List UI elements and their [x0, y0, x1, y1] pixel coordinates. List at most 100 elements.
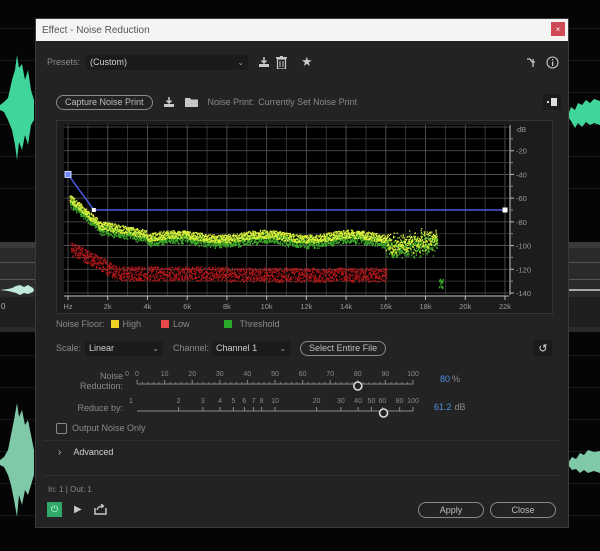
reduce-by-tick-label: 80	[396, 398, 404, 405]
x-tick-label: 12k	[300, 302, 312, 311]
curve-handle-start	[64, 170, 72, 178]
reduce-by-tick-label: 6	[242, 398, 246, 405]
play-icon[interactable]: ▶	[74, 504, 82, 515]
noise-reduction-tick-label: 50	[271, 371, 279, 378]
legend-label-high: High	[122, 319, 142, 329]
x-tick-label: 16k	[380, 302, 392, 311]
noise-reduction-tick-label: 30	[216, 371, 224, 378]
x-tick-label: 18k	[419, 302, 431, 311]
noise-reduction-tick-label: 100	[407, 371, 419, 378]
noise-reduction-thumb[interactable]	[353, 381, 363, 391]
advanced-toggle[interactable]: › Advanced	[58, 445, 113, 459]
reduce-by-label: Reduce by:	[77, 403, 123, 413]
apply-button[interactable]: Apply	[418, 502, 484, 518]
trash-icon[interactable]	[276, 55, 288, 69]
panel-menu-button[interactable]	[543, 94, 561, 110]
reduce-by-tick-label: 8	[260, 398, 264, 405]
x-tick-label: 8k	[223, 302, 231, 311]
x-tick-label: 20k	[459, 302, 471, 311]
noise-reduction-slider[interactable]: 0 10 20 30 40 50 60 70 80 90 100	[132, 367, 432, 395]
select-entire-file-button[interactable]: Select Entire File	[300, 340, 387, 356]
presets-row: Presets: (Custom) ⌄ ★	[47, 53, 559, 71]
capture-noise-print-button[interactable]: Capture Noise Print	[56, 94, 153, 110]
noise-reduction-value[interactable]: 80	[440, 374, 450, 384]
power-icon: ⏻	[50, 503, 59, 514]
noise-reduction-tick-label: 20	[188, 371, 196, 378]
chevron-down-icon: ⌄	[152, 343, 160, 353]
title-bar[interactable]: Effect - Noise Reduction	[36, 19, 568, 41]
noise-reduction-tick-label: 40	[244, 371, 252, 378]
legend-row: Noise Floor: High Low Threshold	[56, 317, 280, 331]
reduce-by-tick-label: 7	[252, 398, 256, 405]
x-tick-label: 14k	[340, 302, 352, 311]
divider	[44, 475, 560, 476]
reduce-by-thumb[interactable]	[378, 408, 389, 418]
presets-label: Presets:	[47, 57, 81, 67]
noise-graph[interactable]: Hz 2k 4k 6k 8k 10k 12k 14k 16k 18k 20k 22k dB -20 -40 -…	[56, 120, 553, 314]
noise-reduction-tick-label: 70	[326, 371, 334, 378]
scale-dropdown[interactable]: Linear ⌄	[85, 340, 164, 356]
noise-reduction-tick-label: 90	[382, 371, 390, 378]
io-status-text: In: 1 | Out: 1	[48, 485, 92, 494]
reduce-by-tick-label: 5	[232, 398, 236, 405]
y-tick-label: -20	[516, 147, 527, 156]
advanced-label: Advanced	[73, 447, 114, 457]
curve-handle-end	[502, 207, 508, 213]
legend-swatch-high	[110, 320, 119, 328]
y-tick-label: -80	[516, 218, 527, 227]
channel-value: Channel 1	[216, 343, 258, 353]
noise-reduction-tick-label: 10	[161, 371, 169, 378]
reduce-by-readout: 61.2 dB	[434, 402, 466, 412]
output-noise-only-row[interactable]: Output Noise Only	[56, 421, 146, 435]
output-noise-only-checkbox[interactable]	[56, 422, 67, 434]
channel-dropdown[interactable]: Channel 1 ⌄	[212, 340, 291, 356]
reset-icon: ↺	[538, 342, 548, 355]
reduce-by-tick-label: 40	[354, 398, 362, 405]
x-tick-label: Hz	[63, 302, 72, 311]
noise-reduction-dialog: Effect - Noise Reduction × Presets: (Cus…	[35, 18, 569, 528]
reduce-by-unit: dB	[454, 402, 466, 412]
x-tick-label: 6k	[183, 302, 191, 311]
x-tick-label: 2k	[104, 302, 112, 311]
close-window-button[interactable]: ×	[551, 22, 565, 36]
star-icon[interactable]: ★	[301, 54, 313, 70]
noise-floor-label: Noise Floor:	[56, 319, 105, 329]
channel-label: Channel:	[173, 343, 210, 353]
download-preset-icon[interactable]	[258, 56, 270, 68]
legend-swatch-low	[161, 320, 170, 328]
x-tick-label: 22k	[499, 302, 511, 311]
noise-print-value: Currently Set Noise Print	[258, 97, 358, 107]
noise-reduction-readout: 80 %	[440, 374, 460, 384]
curve-handle-mid	[91, 208, 96, 212]
noise-reduction-tick-label: 60	[299, 371, 307, 378]
reduce-by-tick-label: 10	[271, 398, 279, 405]
close-button[interactable]: Close	[490, 502, 556, 518]
noise-print-label: Noise Print:	[207, 97, 255, 107]
folder-icon[interactable]	[184, 97, 198, 107]
output-noise-only-label: Output Noise Only	[72, 423, 146, 433]
routing-icon[interactable]	[526, 57, 536, 68]
reduce-by-tick-label: 20	[313, 398, 321, 405]
noise-reduction-tick-label: 0	[135, 371, 139, 378]
reduce-by-slider[interactable]: 2 3 4 5 6 7 8 10 20 30 40 50 60 80 100	[132, 394, 432, 422]
noise-reduction-min: 0	[125, 371, 129, 378]
noise-reduction-tick-label: 80	[354, 371, 362, 378]
info-icon[interactable]	[546, 55, 559, 69]
power-toggle[interactable]: ⏻	[47, 501, 62, 517]
reduce-by-value[interactable]: 61.2	[434, 402, 452, 412]
track-label: 0	[1, 302, 6, 311]
waveform-right-bottom	[568, 450, 600, 473]
presets-value: (Custom)	[90, 57, 128, 67]
reduce-by-tick-label: 30	[337, 398, 345, 405]
waveform-right-top	[568, 99, 600, 128]
reduce-by-tick-label: 4	[218, 398, 222, 405]
presets-dropdown[interactable]: (Custom) ⌄	[86, 54, 249, 70]
chevron-down-icon: ⌄	[237, 57, 245, 67]
graph-canvas[interactable]: Hz 2k 4k 6k 8k 10k 12k 14k 16k 18k 20k 22k dB -20 -40 -…	[57, 121, 554, 315]
x-tick-label: 10k	[261, 302, 273, 311]
footer-buttons: Apply Close	[418, 501, 556, 519]
save-noise-print-icon[interactable]	[163, 96, 175, 108]
y-tick-label: -120	[516, 265, 531, 274]
loop-export-icon[interactable]	[93, 503, 107, 515]
reset-button[interactable]: ↺	[534, 340, 552, 356]
